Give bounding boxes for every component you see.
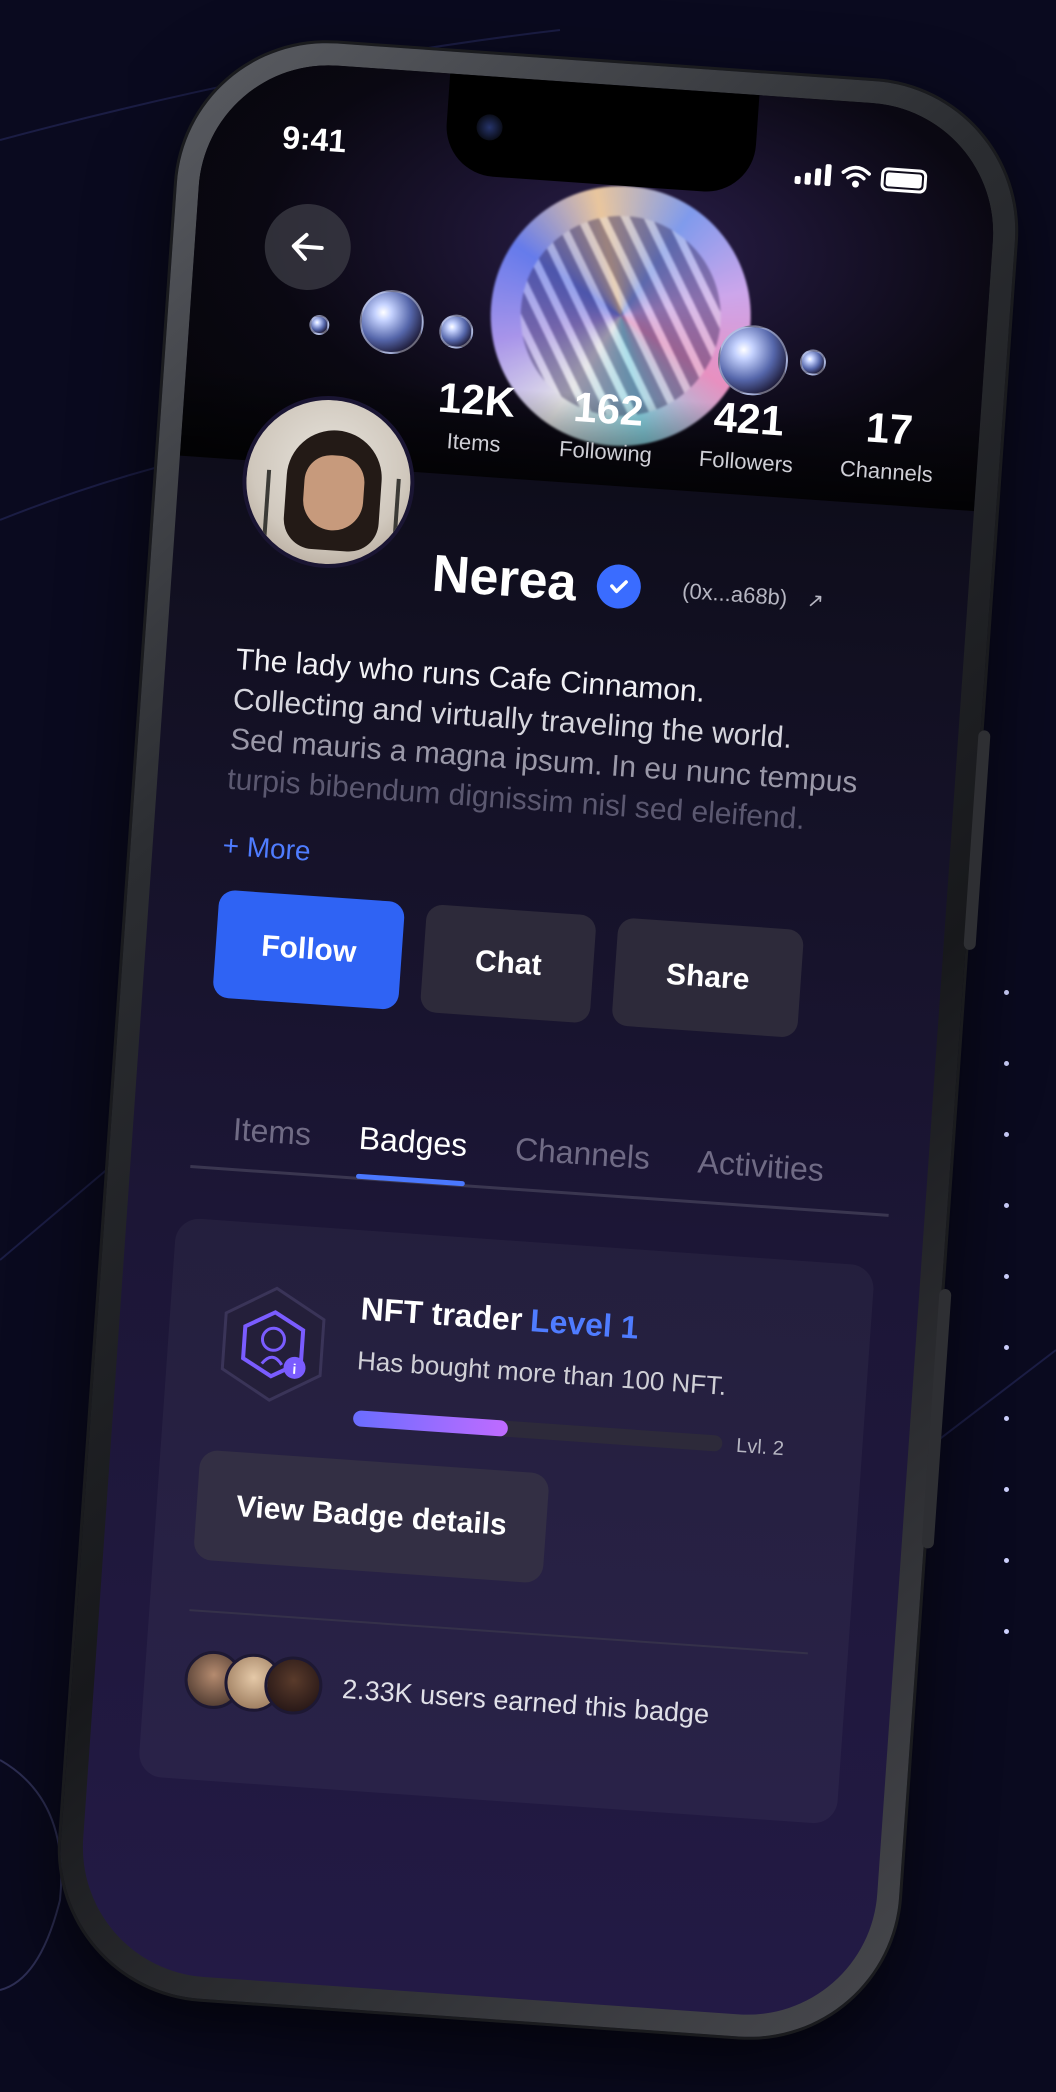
bubble (357, 287, 426, 357)
badge-earned-row[interactable]: 2.33K users earned this badge (182, 1648, 712, 1744)
badge-progress-fill (352, 1410, 509, 1437)
profile-name: Nerea (430, 544, 579, 613)
profile-actions: Follow Chat Share (212, 889, 805, 1039)
stat-channels[interactable]: 17 Channels (839, 402, 937, 488)
badge-title-row: NFT trader Level 1 (360, 1290, 640, 1346)
stat-following[interactable]: 162 Following (558, 382, 656, 468)
chat-button[interactable]: Chat (419, 903, 597, 1024)
phone-mockup: 9:41 12K Items 162 Following 421 Followe… (50, 33, 1026, 2047)
phone-screen: 9:41 12K Items 162 Following 421 Followe… (74, 56, 1002, 2024)
view-badge-details-button[interactable]: View Badge details (192, 1449, 550, 1584)
profile-name-row: Nerea (0x...a68b) ↗ (430, 544, 826, 631)
wallet-address-link[interactable]: (0x...a68b) (681, 578, 788, 611)
tab-activities[interactable]: Activities (697, 1143, 825, 1189)
tab-items[interactable]: Items (232, 1111, 313, 1153)
bubble (799, 348, 827, 377)
stat-followers[interactable]: 421 Followers (698, 392, 797, 478)
badge-description: Has bought more than 100 NFT. (356, 1345, 728, 1401)
stat-value: 12K (436, 373, 517, 426)
stat-value: 162 (571, 382, 646, 435)
verified-check-icon (594, 563, 642, 610)
badge-progress-bar (352, 1410, 723, 1452)
bubble (308, 314, 331, 336)
tab-channels[interactable]: Channels (514, 1131, 651, 1177)
profile-tabs: Items Badges Channels Activities (190, 1088, 895, 1217)
avatar-palm (261, 469, 272, 550)
signal-icon (794, 162, 832, 187)
divider (189, 1609, 808, 1655)
next-level-label: Lvl. 2 (735, 1434, 785, 1461)
badge-card: i NFT trader Level 1 Has bought more than… (137, 1217, 876, 1825)
more-link[interactable]: + More (222, 830, 312, 868)
wifi-icon (841, 165, 871, 188)
tab-badges[interactable]: Badges (358, 1120, 469, 1164)
back-arrow-icon (291, 232, 324, 261)
profile-bio: The lady who runs Cafe Cinnamon. Collect… (226, 640, 876, 844)
bubble (438, 313, 475, 350)
nft-badge-icon: i (220, 1286, 326, 1402)
stat-label: Items (445, 428, 502, 457)
badge-level: Level 1 (528, 1302, 640, 1346)
earned-count-text: 2.33K users earned this badge (341, 1673, 711, 1730)
status-icons (794, 161, 928, 195)
external-link-icon[interactable]: ↗ (806, 587, 824, 613)
status-time: 9:41 (281, 118, 348, 159)
stat-value: 17 (864, 403, 915, 454)
earned-avatars (182, 1648, 325, 1717)
avatar-palm (391, 478, 401, 559)
follow-button[interactable]: Follow (212, 889, 406, 1011)
battery-icon (880, 166, 928, 195)
share-button[interactable]: Share (611, 917, 805, 1039)
stat-items[interactable]: 12K Items (434, 373, 517, 459)
stat-value: 421 (712, 392, 786, 445)
decorative-dots (1004, 990, 1012, 1700)
badge-title: NFT trader (359, 1290, 524, 1338)
